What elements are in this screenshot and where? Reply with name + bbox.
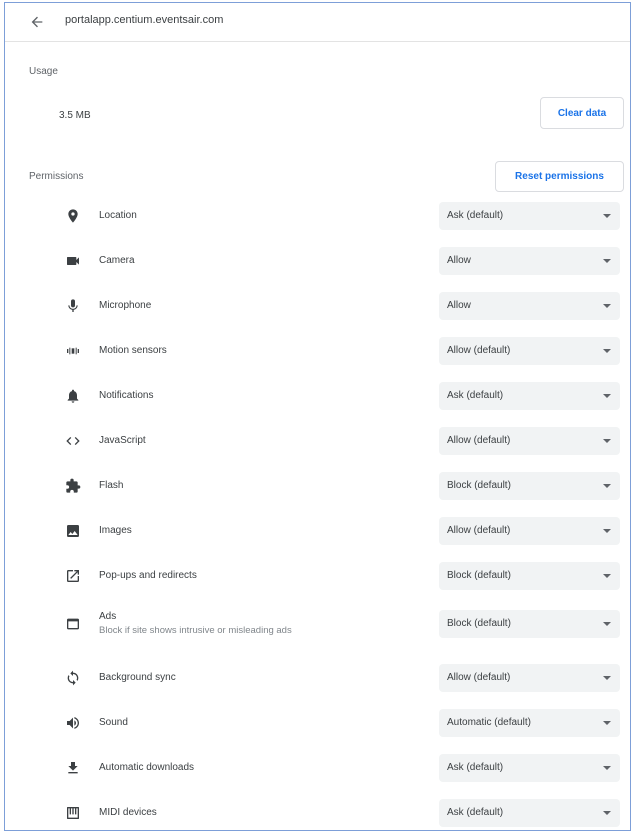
background-sync-select[interactable]: Allow (default) (439, 664, 620, 692)
dropdown-arrow-icon (603, 529, 611, 533)
reset-permissions-button[interactable]: Reset permissions (495, 161, 624, 192)
motion-sensors-select[interactable]: Allow (default) (439, 337, 620, 365)
permission-label: JavaScript (99, 435, 146, 446)
select-value: Allow (default) (447, 525, 511, 536)
notifications-select[interactable]: Ask (default) (439, 382, 620, 410)
ads-select[interactable]: Block (default) (439, 610, 620, 638)
select-value: Allow (default) (447, 672, 511, 683)
dropdown-arrow-icon (603, 439, 611, 443)
permission-row-ads: Ads Block if site shows intrusive or mis… (5, 609, 630, 639)
permission-label: Sound (99, 717, 128, 728)
select-value: Allow (447, 300, 471, 311)
flash-select[interactable]: Block (default) (439, 472, 620, 500)
permissions-section-label: Permissions (29, 171, 84, 182)
site-settings-frame: portalapp.centium.eventsair.com Usage 3.… (4, 2, 631, 831)
volume-icon (65, 715, 81, 731)
javascript-select[interactable]: Allow (default) (439, 427, 620, 455)
ads-icon (65, 616, 81, 632)
usage-value: 3.5 MB (59, 110, 91, 121)
location-icon (65, 208, 81, 224)
permission-label: Flash (99, 480, 124, 491)
clear-data-button[interactable]: Clear data (540, 97, 624, 129)
midi-devices-select[interactable]: Ask (default) (439, 799, 620, 827)
permission-row-automatic-downloads: Automatic downloads Ask (default) (5, 753, 630, 783)
permission-label: Notifications (99, 390, 154, 401)
dropdown-arrow-icon (603, 811, 611, 815)
dropdown-arrow-icon (603, 574, 611, 578)
dropdown-arrow-icon (603, 484, 611, 488)
permission-row-javascript: JavaScript Allow (default) (5, 426, 630, 456)
site-settings-header: portalapp.centium.eventsair.com (5, 3, 630, 42)
permission-row-camera: Camera Allow (5, 246, 630, 276)
permission-row-microphone: Microphone Allow (5, 291, 630, 321)
select-value: Automatic (default) (447, 717, 531, 728)
permission-row-sound: Sound Automatic (default) (5, 708, 630, 738)
dropdown-arrow-icon (603, 259, 611, 263)
image-icon (65, 523, 81, 539)
popups-select[interactable]: Block (default) (439, 562, 620, 590)
permission-row-flash: Flash Block (default) (5, 471, 630, 501)
select-value: Block (default) (447, 618, 511, 629)
select-value: Ask (default) (447, 390, 504, 401)
select-value: Allow (default) (447, 345, 511, 356)
select-value: Allow (447, 255, 471, 266)
motion-sensors-icon (65, 343, 81, 359)
dropdown-arrow-icon (603, 394, 611, 398)
site-origin: portalapp.centium.eventsair.com (65, 14, 224, 26)
select-value: Ask (default) (447, 762, 504, 773)
location-select[interactable]: Ask (default) (439, 202, 620, 230)
images-select[interactable]: Allow (default) (439, 517, 620, 545)
puzzle-icon (65, 478, 81, 494)
permission-label: Motion sensors (99, 345, 167, 356)
permission-row-motion-sensors: Motion sensors Allow (default) (5, 336, 630, 366)
select-value: Ask (default) (447, 210, 504, 221)
automatic-downloads-select[interactable]: Ask (default) (439, 754, 620, 782)
select-value: Block (default) (447, 480, 511, 491)
permission-label: Ads (99, 611, 117, 622)
permission-label: Pop-ups and redirects (99, 570, 197, 581)
permission-label: MIDI devices (99, 807, 157, 818)
notifications-icon (65, 388, 81, 404)
usage-section-label: Usage (29, 66, 58, 77)
open-in-new-icon (65, 568, 81, 584)
dropdown-arrow-icon (603, 349, 611, 353)
select-value: Ask (default) (447, 807, 504, 818)
code-icon (65, 433, 81, 449)
camera-select[interactable]: Allow (439, 247, 620, 275)
microphone-select[interactable]: Allow (439, 292, 620, 320)
permission-label: Microphone (99, 300, 152, 311)
dropdown-arrow-icon (603, 676, 611, 680)
arrow-back-icon[interactable] (29, 14, 45, 30)
permission-row-popups: Pop-ups and redirects Block (default) (5, 561, 630, 591)
dropdown-arrow-icon (603, 622, 611, 626)
permission-label: Images (99, 525, 132, 536)
permission-row-midi-devices: MIDI devices Ask (default) (5, 798, 630, 828)
microphone-icon (65, 298, 81, 314)
permission-label-ads: Ads Block if site shows intrusive or mis… (99, 610, 292, 638)
dropdown-arrow-icon (603, 721, 611, 725)
permission-row-background-sync: Background sync Allow (default) (5, 663, 630, 693)
permission-sublabel: Block if site shows intrusive or mislead… (99, 625, 292, 636)
permission-row-images: Images Allow (default) (5, 516, 630, 546)
camera-icon (65, 253, 81, 269)
permission-label: Camera (99, 255, 135, 266)
select-value: Allow (default) (447, 435, 511, 446)
permission-row-location: Location Ask (default) (5, 201, 630, 231)
permission-row-notifications: Notifications Ask (default) (5, 381, 630, 411)
permission-label: Location (99, 210, 137, 221)
select-value: Block (default) (447, 570, 511, 581)
sound-select[interactable]: Automatic (default) (439, 709, 620, 737)
sync-icon (65, 670, 81, 686)
dropdown-arrow-icon (603, 304, 611, 308)
download-icon (65, 760, 81, 776)
permission-label: Automatic downloads (99, 762, 195, 773)
dropdown-arrow-icon (603, 766, 611, 770)
permission-label: Background sync (99, 672, 176, 683)
piano-icon (65, 805, 81, 821)
dropdown-arrow-icon (603, 214, 611, 218)
